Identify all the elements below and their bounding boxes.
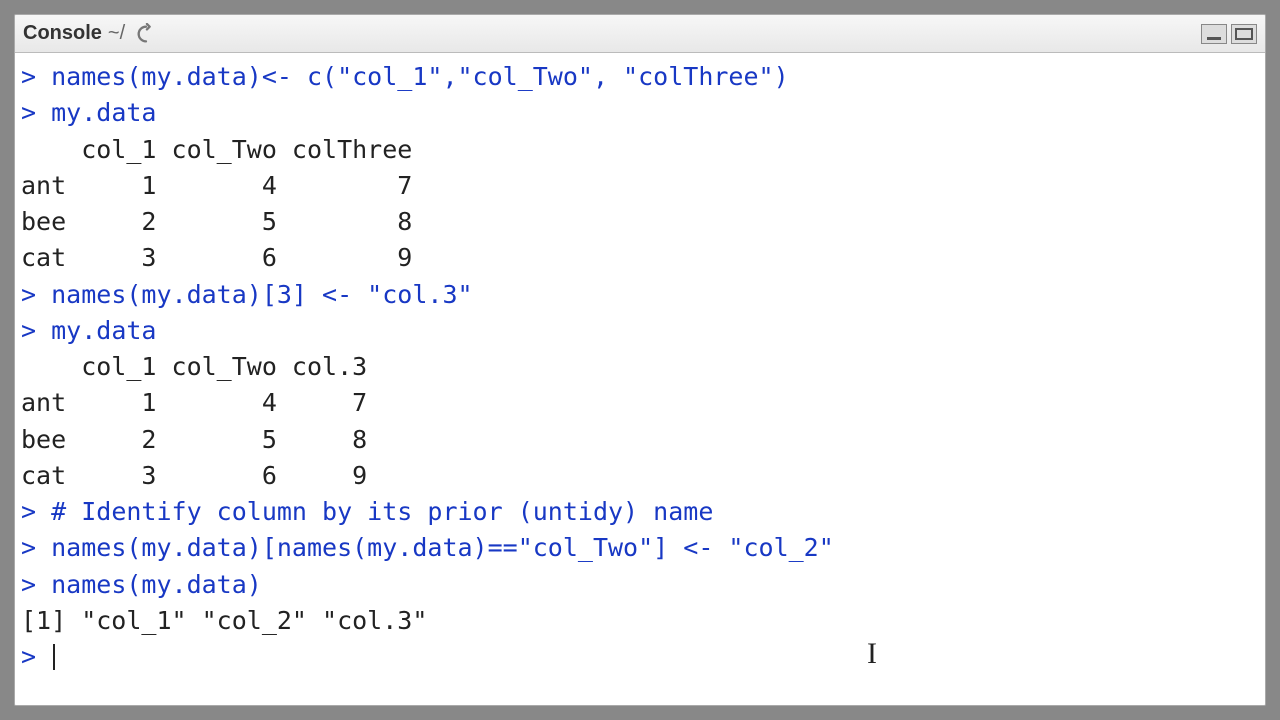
input-cursor [53, 644, 55, 670]
pane-title: Console [23, 22, 102, 45]
console-output-line: cat 3 6 9 [21, 240, 1259, 276]
console-output-line: ant 1 4 7 [21, 168, 1259, 204]
console-output-line: col_1 col_Two colThree [21, 132, 1259, 168]
console-output[interactable]: > names(my.data)<- c("col_1","col_Two", … [15, 53, 1265, 705]
console-output-line: bee 2 5 8 [21, 204, 1259, 240]
console-command-line: > names(my.data)<- c("col_1","col_Two", … [21, 59, 1259, 95]
console-command-line: > my.data [21, 313, 1259, 349]
console-active-prompt[interactable]: > [21, 639, 1259, 675]
console-output-line: col_1 col_Two col.3 [21, 349, 1259, 385]
titlebar: Console ~/ [15, 15, 1265, 53]
working-dir: ~/ [108, 22, 125, 45]
console-pane: Console ~/ > names(my.data)<- c("col_1",… [14, 14, 1266, 706]
console-output-line: bee 2 5 8 [21, 422, 1259, 458]
console-command-line: > # Identify column by its prior (untidy… [21, 494, 1259, 530]
console-output-line: ant 1 4 7 [21, 385, 1259, 421]
maximize-button[interactable] [1231, 24, 1257, 44]
console-command-line: > names(my.data)[names(my.data)=="col_Tw… [21, 530, 1259, 566]
console-output-line: cat 3 6 9 [21, 458, 1259, 494]
popout-icon[interactable] [133, 21, 159, 47]
console-command-line: > my.data [21, 95, 1259, 131]
minimize-button[interactable] [1201, 24, 1227, 44]
console-output-line: [1] "col_1" "col_2" "col.3" [21, 603, 1259, 639]
console-command-line: > names(my.data) [21, 567, 1259, 603]
console-command-line: > names(my.data)[3] <- "col.3" [21, 277, 1259, 313]
